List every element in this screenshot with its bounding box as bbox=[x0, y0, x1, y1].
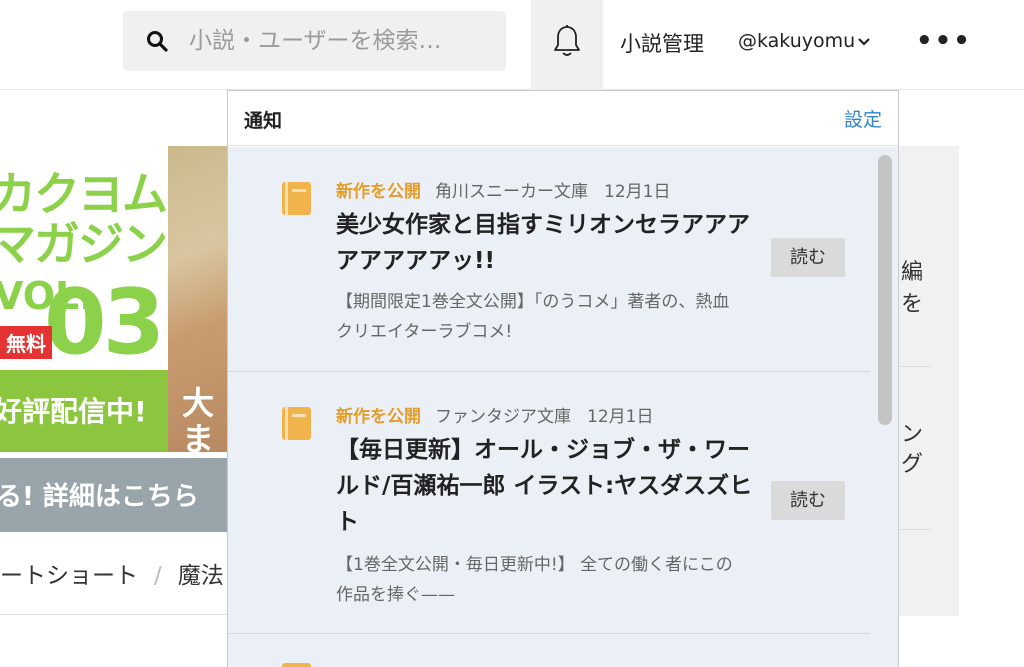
details-link-bar[interactable]: る! 詳細はこちら bbox=[0, 458, 228, 532]
chevron-down-icon bbox=[857, 30, 871, 52]
notification-button[interactable] bbox=[531, 0, 603, 90]
notification-date: 12月1日 bbox=[604, 182, 671, 202]
notification-meta: 新作を公開 角川スニーカー文庫 12月1日 bbox=[336, 177, 670, 202]
notification-header: 通知 設定 bbox=[228, 91, 898, 146]
scrollbar-thumb[interactable] bbox=[878, 155, 892, 425]
book-icon bbox=[282, 663, 311, 667]
divider bbox=[899, 366, 931, 367]
work-description: 【期間限定1巻全文公開】「のうコメ」著者の、熱血クリエイターラブコメ! bbox=[336, 292, 730, 342]
genre-links: ートショート / 魔法 bbox=[0, 556, 224, 590]
work-description: 【1巻全文公開・毎日更新中!】 全ての働く者にこの作品を捧ぐ—— bbox=[336, 555, 733, 605]
more-menu-button[interactable]: ••• bbox=[916, 26, 972, 56]
banner-free-tag: 無料 bbox=[0, 326, 52, 359]
divider bbox=[899, 529, 931, 530]
book-icon bbox=[282, 182, 311, 215]
genre-separator: / bbox=[154, 563, 162, 589]
banner-text-area: カクヨム マガジン VOL. 03 無料 好評配信中! bbox=[0, 146, 168, 452]
publisher-link[interactable]: 角川スニーカー文庫 bbox=[435, 182, 588, 202]
read-button[interactable]: 読む bbox=[771, 481, 845, 520]
search-icon[interactable] bbox=[145, 29, 169, 53]
search-box[interactable] bbox=[123, 11, 506, 71]
notification-item[interactable] bbox=[228, 634, 870, 667]
magazine-banner[interactable]: カクヨム マガジン VOL. 03 無料 好評配信中! 大 ま bbox=[0, 146, 228, 452]
work-title-link[interactable]: 美少女作家と目指すミリオンセラアアアアアアアアッ!! bbox=[336, 207, 756, 279]
right-panel-text3: ン bbox=[901, 422, 924, 447]
genre-link-short[interactable]: ートショート bbox=[0, 563, 138, 589]
publisher-link[interactable]: ファンタジア文庫 bbox=[435, 407, 571, 427]
novel-management-link[interactable]: 小説管理 bbox=[620, 28, 704, 58]
read-button[interactable]: 読む bbox=[771, 238, 845, 277]
notification-settings-link[interactable]: 設定 bbox=[844, 105, 882, 132]
notification-item[interactable]: 新作を公開 角川スニーカー文庫 12月1日 美少女作家と目指すミリオンセラアアアアア… bbox=[228, 147, 870, 371]
notification-kind: 新作を公開 bbox=[336, 407, 421, 427]
bell-icon bbox=[554, 25, 580, 56]
user-menu[interactable]: @kakuyomu bbox=[738, 30, 871, 52]
username: @kakuyomu bbox=[738, 30, 856, 52]
page: カクヨム マガジン VOL. 03 無料 好評配信中! 大 ま る! 詳細はこち… bbox=[0, 0, 1024, 667]
book-icon bbox=[282, 407, 311, 440]
notification-item[interactable]: 新作を公開 ファンタジア文庫 12月1日 【毎日更新】オール・ジョブ・ザ・ワールド/… bbox=[228, 372, 870, 634]
notification-kind: 新作を公開 bbox=[336, 182, 421, 202]
scrollbar[interactable] bbox=[870, 147, 898, 667]
search-input[interactable] bbox=[189, 11, 499, 71]
genre-link-magic[interactable]: 魔法 bbox=[178, 563, 224, 589]
notification-dropdown: 通知 設定 新作を公開 角川スニーカー文庫 12月1日 美少女作家と目指すミリオンセ… bbox=[227, 90, 899, 667]
top-header: 小説管理 @kakuyomu ••• bbox=[0, 0, 1024, 90]
notification-title: 通知 bbox=[244, 110, 283, 132]
banner-green-strip: 好評配信中! bbox=[0, 370, 168, 452]
notification-list[interactable]: 新作を公開 角川スニーカー文庫 12月1日 美少女作家と目指すミリオンセラアアアアア… bbox=[228, 147, 870, 667]
right-panel-text1: 編 bbox=[901, 260, 924, 285]
notification-meta: 新作を公開 ファンタジア文庫 12月1日 bbox=[336, 402, 653, 427]
banner-title-line2: マガジン bbox=[0, 217, 168, 271]
right-sidebar-panel: 編 を ン グ bbox=[899, 146, 959, 616]
work-title-link[interactable]: 【毎日更新】オール・ジョブ・ザ・ワールド/百瀬祐一郎 イラスト:ヤスダスズヒト bbox=[336, 432, 756, 540]
right-panel-text4: グ bbox=[901, 452, 924, 477]
details-link-text: る! 詳細はこちら bbox=[0, 482, 199, 512]
notification-date: 12月1日 bbox=[587, 407, 654, 427]
banner-issue-number: 03 bbox=[44, 270, 165, 375]
divider bbox=[0, 614, 228, 615]
banner-green-text: 好評配信中! bbox=[0, 395, 147, 428]
banner-illustration: 大 ま bbox=[168, 146, 228, 452]
banner-art-text2: ま bbox=[182, 420, 215, 452]
right-panel-text2: を bbox=[901, 292, 924, 317]
